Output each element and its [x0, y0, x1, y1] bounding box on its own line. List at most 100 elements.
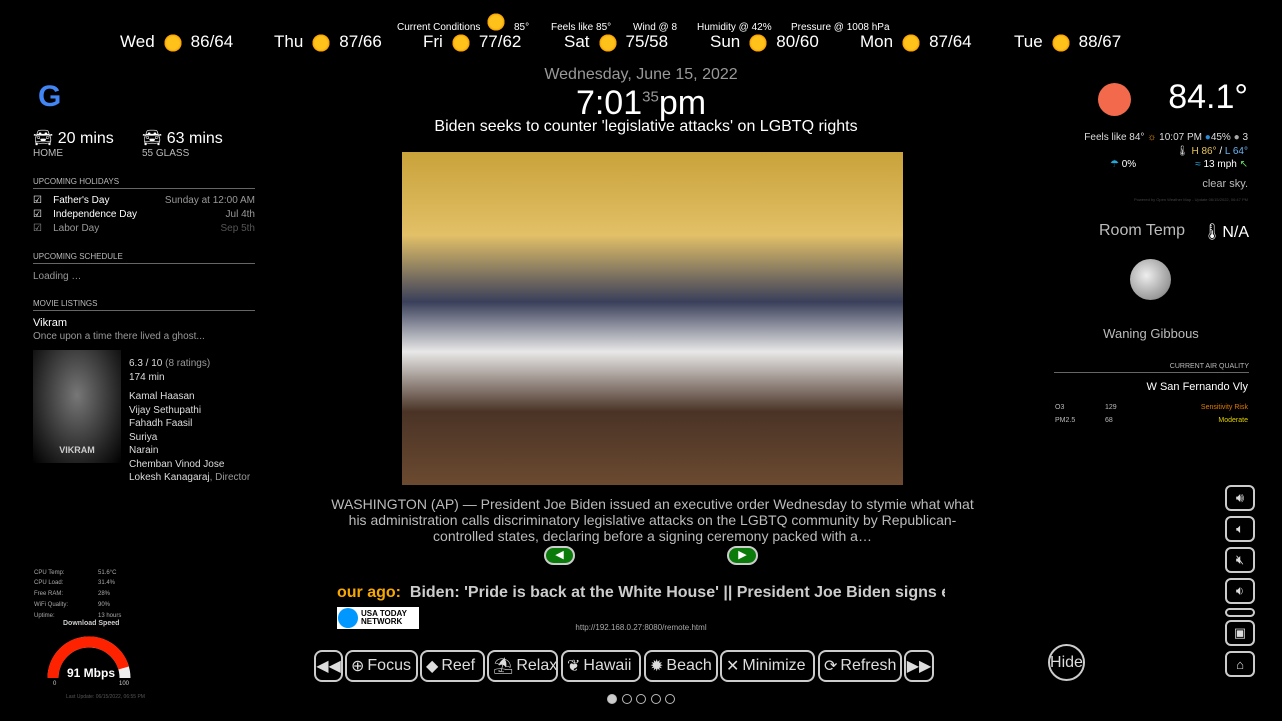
- relax-button[interactable]: ⛱ Relax: [487, 650, 558, 682]
- umbrella-beach-icon: ⛱: [493, 658, 514, 675]
- forecast-tue: Tue 88/67: [1014, 32, 1122, 53]
- volume-up-button[interactable]: 🔊︎: [1225, 485, 1255, 511]
- hawaii-button[interactable]: ❦ Hawaii: [561, 650, 641, 682]
- sunset-icon: ☼: [1147, 132, 1157, 143]
- prev-article-button[interactable]: ◀: [544, 546, 575, 565]
- air-quality-title: CURRENT AIR QUALITY: [1054, 363, 1249, 373]
- wind: Wind @ 8: [633, 22, 678, 33]
- beach-button[interactable]: ✹ Beach: [644, 650, 718, 682]
- sys-uptime: Uptime: 13 hours: [34, 613, 122, 619]
- pressure: Pressure @ 1008 hPa: [791, 22, 890, 33]
- sun-icon: [311, 32, 332, 53]
- sys-cpu-temp: CPU Temp: 51.6°C: [34, 570, 117, 576]
- weather-high-low: 🌡︎ H 86° / L 64°: [1175, 146, 1248, 157]
- holiday-item: ☑ Independence Day Jul 4th: [33, 209, 255, 220]
- room-temp-label: Room Temp: [1099, 222, 1185, 239]
- umbrella-icon: ☂: [1110, 159, 1119, 170]
- holidays-title: UPCOMING HOLIDAYS: [33, 177, 255, 189]
- volume-down-button[interactable]: 🔈︎: [1225, 516, 1255, 542]
- air-quality-location: W San Fernando Vly: [1146, 381, 1249, 393]
- next-article-button[interactable]: ▶: [727, 546, 758, 565]
- feels-like: Feels like 85°: [551, 22, 612, 33]
- remote-url[interactable]: http://192.168.0.27:8080/remote.html: [0, 623, 1282, 632]
- wind-icon: ≈: [1195, 159, 1201, 170]
- weather-powered-by: Powered by Open Weather Map - Update 06/…: [1134, 197, 1248, 202]
- page-dot-1[interactable]: [607, 694, 617, 704]
- focus-button[interactable]: ⊕ Focus: [345, 650, 418, 682]
- wind-direction-icon: ↖: [1239, 159, 1248, 170]
- fast-forward-icon: ▶▶: [906, 658, 932, 675]
- current-temp: 85°: [514, 22, 530, 33]
- calendar-icon: ☑: [33, 195, 42, 206]
- holiday-item: ☑ Labor Day Sep 5th: [33, 223, 255, 234]
- hide-button[interactable]: Hide: [1048, 644, 1085, 681]
- forecast-fri: Fri 77/62: [423, 32, 522, 53]
- movie-title: Vikram: [33, 317, 68, 329]
- fish-icon: ◆: [426, 658, 439, 675]
- mute-button[interactable]: 🔇︎: [1225, 547, 1255, 573]
- minimize-button[interactable]: ✕ Minimize: [720, 650, 815, 682]
- sys-wifi: WiFi Quality: 90%: [34, 602, 111, 608]
- image-icon: ▣: [1233, 625, 1247, 640]
- sun-icon: [748, 32, 769, 53]
- page-dot-5[interactable]: [665, 694, 675, 704]
- speed-max: 100: [119, 681, 130, 687]
- sun-icon: [1050, 32, 1071, 53]
- calendar-icon: ☑: [33, 223, 42, 234]
- forecast-wed: Wed 86/64: [120, 32, 234, 53]
- refresh-button[interactable]: ⟳ Refresh: [818, 650, 902, 682]
- reef-button[interactable]: ◆ Reef: [420, 650, 485, 682]
- calendar-icon: ☑: [33, 209, 42, 220]
- sys-cpu-load: CPU Load: 31.4%: [34, 580, 116, 586]
- car-icon: 🚘︎: [33, 130, 54, 147]
- image-button[interactable]: ▣: [1225, 620, 1255, 646]
- forecast-thu: Thu 87/66: [274, 32, 382, 53]
- compress-icon: ✕: [726, 658, 740, 675]
- google-logo: G: [38, 80, 62, 113]
- uv-icon: ●: [1233, 132, 1240, 143]
- page-dot-2[interactable]: [622, 694, 632, 704]
- volume-up-icon: 🔊︎: [1235, 490, 1245, 505]
- schedule-loading: Loading …: [33, 271, 82, 282]
- lotus-icon: ❦: [567, 658, 581, 675]
- volume-button[interactable]: 🔉︎: [1225, 578, 1255, 604]
- movie-poster: VIKRAM: [33, 350, 121, 463]
- precipitation: ☂ 0%: [1110, 159, 1137, 170]
- weather-description: clear sky.: [1202, 178, 1248, 190]
- speed-title: Download Speed: [63, 620, 120, 627]
- thermometer-icon: 🌡︎: [1202, 224, 1223, 241]
- rewind-icon: ◀◀: [316, 658, 341, 675]
- prev-page-button[interactable]: ◀◀: [314, 650, 343, 682]
- speed-min: 0: [53, 681, 57, 687]
- speed-value: 91 Mbps: [67, 666, 116, 680]
- news-image: [402, 152, 903, 485]
- weather-details: Feels like 84° ☼ 10:07 PM ●45% ● 3: [1084, 132, 1248, 143]
- schedule-title: UPCOMING SCHEDULE: [33, 252, 255, 264]
- volume-down-icon: 🔈︎: [1236, 521, 1244, 536]
- holiday-item: ☑ Father's Day Sunday at 12:00 AM: [33, 195, 255, 206]
- wind-speed: ≈ 13 mph ↖: [1195, 159, 1248, 170]
- home-button[interactable]: ⌂: [1225, 651, 1255, 677]
- humidity: Humidity @ 42%: [697, 22, 772, 33]
- air-quality-row: PM2.5 68 Moderate: [1055, 417, 1248, 424]
- blank-button[interactable]: [1225, 608, 1255, 617]
- news-ticker: our ago: Biden: 'Pride is back at the Wh…: [337, 584, 945, 601]
- moon-phase: Waning Gibbous: [1103, 326, 1199, 341]
- sun-icon: [450, 32, 471, 53]
- movie-tagline: Once upon a time there lived a ghost...: [33, 331, 205, 342]
- news-description: WASHINGTON (AP) — President Joe Biden is…: [331, 496, 974, 544]
- mute-icon: 🔇︎: [1235, 552, 1245, 567]
- page-dot-4[interactable]: [651, 694, 661, 704]
- page-dot-3[interactable]: [636, 694, 646, 704]
- date: Wednesday, June 15, 2022: [544, 66, 738, 83]
- commute-work-label: 55 GLASS: [142, 148, 190, 159]
- room-temp-value: 🌡︎N/A: [1202, 224, 1249, 241]
- sun-icon: [597, 32, 618, 53]
- sun-icon: [162, 32, 183, 53]
- forecast-sun: Sun 80/60: [710, 32, 819, 53]
- car-icon: 🚘︎: [142, 130, 163, 147]
- next-page-button[interactable]: ▶▶: [904, 650, 934, 682]
- commute-home-label: HOME: [33, 148, 63, 159]
- sun-icon: ✹: [650, 658, 664, 675]
- speaker-icon: 🔉︎: [1235, 583, 1245, 598]
